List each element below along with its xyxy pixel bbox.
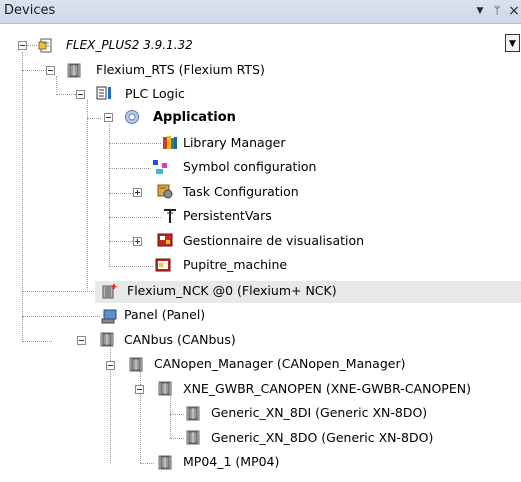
collapse-toggle[interactable] (77, 336, 86, 345)
panel-icon (101, 309, 117, 324)
plc-logic-label[interactable]: PLC Logic (125, 85, 185, 103)
tree-line (109, 143, 161, 144)
application-gear-icon (125, 110, 139, 124)
flexium-nck-label[interactable]: Flexium_NCK @0 (Flexium+ NCK) (127, 282, 337, 300)
tree-line (56, 94, 78, 95)
tree-scroll-dropdown-button[interactable]: ▼ (505, 34, 520, 52)
tree-line (170, 414, 184, 415)
generic-xn-8di-label[interactable]: Generic_XN_8DI (Generic XN-8DO) (211, 404, 427, 422)
canopen-manager-device-icon (129, 357, 143, 372)
canopen-manager-label[interactable]: CANopen_Manager (CANopen_Manager) (154, 355, 405, 373)
panel-label[interactable]: Panel (Panel) (124, 306, 205, 324)
tree-line (170, 438, 184, 439)
device-flexium-rts-label[interactable]: Flexium_RTS (Flexium RTS) (96, 61, 265, 79)
library-manager-label[interactable]: Library Manager (183, 134, 285, 152)
window-menu-dropdown-icon[interactable]: ▼ (472, 2, 488, 20)
tree-line (87, 100, 88, 292)
tree-line (22, 52, 23, 342)
persistent-vars-icon (164, 209, 176, 223)
mp04-device-icon (158, 455, 172, 470)
library-manager-icon (163, 136, 177, 149)
tree-line (22, 341, 52, 342)
tree-line (170, 395, 171, 438)
close-icon[interactable]: × (506, 2, 521, 20)
panel-title: Devices (4, 3, 56, 18)
gateway-device-icon (158, 381, 172, 396)
collapse-toggle[interactable] (46, 66, 55, 75)
tree-line (140, 463, 154, 464)
devices-panel-titlebar: Devices ▼ ᛘ × (0, 0, 521, 24)
task-configuration-icon (157, 184, 173, 199)
tree-line (109, 168, 151, 169)
tree-line (27, 45, 37, 46)
visualization-icon (155, 258, 171, 272)
canbus-label[interactable]: CANbus (CANbus) (124, 331, 236, 349)
collapse-toggle[interactable] (76, 90, 85, 99)
tree-line (109, 193, 133, 194)
symbol-configuration-label[interactable]: Symbol configuration (183, 158, 316, 176)
pupitre-machine-label[interactable]: Pupitre_machine (183, 256, 287, 274)
io-module-icon (186, 430, 200, 445)
mp04-label[interactable]: MP04_1 (MP04) (183, 453, 279, 471)
tree-line (56, 76, 57, 92)
tree-line (109, 241, 133, 242)
collapse-toggle[interactable] (104, 113, 113, 122)
io-module-icon (186, 406, 200, 421)
xne-gwbr-canopen-label[interactable]: XNE_GWBR_CANOPEN (XNE-GWBR-CANOPEN) (183, 380, 471, 398)
device-icon (67, 63, 81, 78)
symbol-configuration-icon (153, 160, 167, 174)
tree-line (87, 118, 101, 119)
project-icon (38, 38, 52, 53)
tree-line (109, 266, 153, 267)
collapse-toggle[interactable] (106, 361, 115, 370)
collapse-toggle[interactable] (135, 385, 144, 394)
visualization-manager-label[interactable]: Gestionnaire de visualisation (183, 232, 364, 250)
expand-toggle[interactable] (133, 237, 142, 246)
expand-toggle[interactable] (133, 188, 142, 197)
visualization-manager-icon (157, 233, 173, 247)
collapse-toggle[interactable] (18, 41, 27, 50)
persistent-vars-label[interactable]: PersistentVars (183, 207, 272, 225)
canbus-device-icon (100, 332, 114, 347)
generic-xn-8do-label[interactable]: Generic_XN_8DO (Generic XN-8DO) (211, 429, 433, 447)
plc-logic-icon (96, 86, 111, 100)
application-label[interactable]: Application (153, 109, 236, 127)
tree-line (22, 291, 100, 292)
tree-line (109, 124, 110, 267)
project-label[interactable]: FLEX_PLUS2 3.9.1.32 (66, 36, 193, 54)
tree-line (22, 316, 100, 317)
tree-line (109, 217, 161, 218)
pin-icon[interactable]: ᛘ (489, 2, 505, 20)
task-configuration-label[interactable]: Task Configuration (183, 183, 299, 201)
nck-device-icon (102, 284, 117, 299)
